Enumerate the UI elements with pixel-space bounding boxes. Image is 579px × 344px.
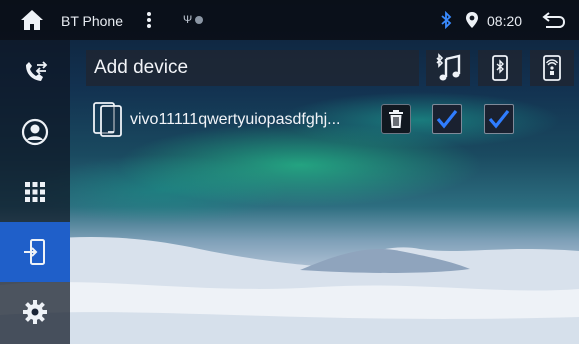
- phone-connect-checkbox[interactable]: [484, 104, 514, 134]
- music-button[interactable]: [426, 50, 470, 86]
- audio-connect-checkbox[interactable]: [432, 104, 462, 134]
- phone-signal-button[interactable]: [530, 50, 574, 86]
- add-device-label: Add device: [94, 57, 189, 78]
- gear-icon: [23, 300, 47, 324]
- sidebar-item-call-log[interactable]: [0, 42, 70, 102]
- sidebar-item-settings[interactable]: [0, 282, 70, 342]
- delete-device-button[interactable]: [381, 104, 411, 134]
- bluetooth-phone-button[interactable]: [478, 50, 522, 86]
- menu-kebab-icon[interactable]: [146, 11, 152, 29]
- trash-icon: [389, 110, 403, 128]
- sidebar-item-dialpad[interactable]: [0, 162, 70, 222]
- music-note-icon: [436, 53, 461, 81]
- snow-landscape: [0, 237, 579, 344]
- app-title: BT Phone: [61, 13, 124, 29]
- phone-signal-icon: [543, 55, 561, 81]
- contact-person-icon: [21, 118, 49, 146]
- sidebar: [0, 40, 70, 344]
- checkmark-icon: [436, 110, 458, 129]
- back-icon[interactable]: [542, 11, 566, 29]
- dialpad-grid-icon: [25, 182, 45, 202]
- sidebar-item-contacts[interactable]: [0, 102, 70, 162]
- usb-icon: Ψ: [183, 14, 193, 26]
- bluetooth-icon: [441, 11, 452, 29]
- status-bar: BT Phone Ψ 08:20: [0, 0, 579, 40]
- device-name[interactable]: vivo11111qwertyuiopasdfghj...: [130, 111, 370, 129]
- add-device-button[interactable]: Add device: [86, 50, 419, 86]
- clock: 08:20: [487, 13, 523, 29]
- home-icon[interactable]: [20, 9, 44, 31]
- device-connect-icon: [24, 239, 45, 265]
- checkmark-icon: [488, 110, 510, 129]
- phone-transfer-icon: [26, 61, 48, 81]
- sidebar-item-devices[interactable]: [0, 222, 70, 282]
- location-icon: [466, 12, 478, 28]
- bluetooth-phone-icon: [492, 55, 508, 81]
- status-dot-icon: [195, 16, 203, 24]
- paired-phone-icon: [93, 102, 122, 137]
